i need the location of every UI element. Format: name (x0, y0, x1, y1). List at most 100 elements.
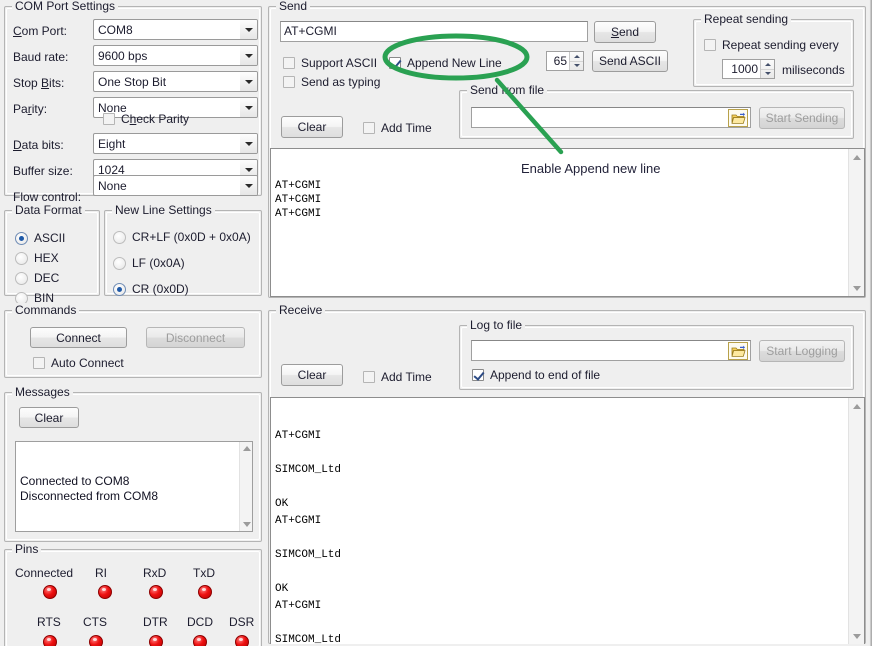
data-bits-select[interactable]: Eight (93, 133, 258, 154)
send-clear-button[interactable]: Clear (281, 116, 343, 138)
radio-newline-lf[interactable]: LF (0x0A) (113, 256, 185, 270)
start-logging-button[interactable]: Start Logging (759, 340, 845, 362)
append-to-end-checkbox[interactable]: Append to end of file (472, 368, 600, 382)
chevron-down-icon[interactable] (240, 98, 257, 117)
repeat-sending-caption: Repeat sending (701, 12, 791, 26)
checkbox-box[interactable] (472, 369, 484, 381)
start-sending-button[interactable]: Start Sending (759, 107, 845, 129)
scroll-down-icon[interactable] (849, 628, 865, 644)
ascii-code-spinner[interactable]: 65 (546, 51, 584, 71)
auto-connect-checkbox[interactable]: Auto Connect (33, 356, 124, 370)
send-from-file-caption: Send from file (467, 83, 547, 97)
scroll-up-icon[interactable] (849, 149, 865, 165)
spinner-up-icon[interactable] (761, 60, 774, 69)
send-file-path-input[interactable] (471, 107, 751, 128)
radio-dot[interactable] (15, 252, 28, 265)
repeat-interval-spinner[interactable]: 1000 (722, 59, 775, 79)
chevron-down-icon[interactable] (240, 20, 257, 39)
new-line-settings-caption: New Line Settings (112, 203, 215, 217)
receive-log-console[interactable]: AT+CGMI SIMCOM_Ltd OK AT+CGMI SIMCOM_Ltd… (270, 397, 865, 644)
pin-label-cts: CTS (83, 615, 107, 629)
checkbox-box[interactable] (33, 357, 45, 369)
radio-newline-cr[interactable]: CR (0x0D) (113, 282, 189, 296)
connect-button[interactable]: Connect (30, 327, 127, 348)
radio-label: CR+LF (0x0D + 0x0A) (132, 230, 251, 244)
send-add-time-checkbox[interactable]: Add Time (363, 121, 432, 135)
radio-data-format-ascii[interactable]: ASCII (15, 231, 65, 245)
data-bits-value: Eight (98, 137, 240, 151)
open-folder-icon[interactable] (728, 109, 748, 127)
scroll-down-icon[interactable] (849, 280, 865, 296)
checkbox-box[interactable] (704, 39, 716, 51)
append-new-line-label: Append New Line (407, 56, 502, 70)
radio-newline-crlf[interactable]: CR+LF (0x0D + 0x0A) (113, 230, 251, 244)
radio-label: DEC (34, 271, 59, 285)
pin-label-dsr: DSR (229, 615, 254, 629)
baud-rate-select[interactable]: 9600 bps (93, 45, 258, 66)
radio-dot[interactable] (113, 283, 126, 296)
check-parity-checkbox[interactable]: Check Parity (103, 112, 189, 126)
spinner-up-icon[interactable] (570, 52, 583, 61)
annotation-text: Enable Append new line (521, 161, 661, 176)
disconnect-button[interactable]: Disconnect (146, 327, 245, 348)
send-command-input[interactable]: AT+CGMI (280, 21, 588, 42)
flow-control-value: None (98, 179, 240, 193)
checkbox-box[interactable] (103, 113, 115, 125)
log-file-path-input[interactable] (471, 340, 751, 361)
chevron-down-icon[interactable] (240, 46, 257, 65)
ascii-code-value[interactable]: 65 (547, 52, 569, 70)
chevron-down-icon[interactable] (240, 176, 257, 195)
stop-bits-value: One Stop Bit (98, 75, 240, 89)
append-new-line-checkbox[interactable]: Append New Line (389, 56, 502, 70)
flow-control-select[interactable]: None (93, 175, 258, 196)
support-ascii-checkbox[interactable]: Support ASCII (283, 56, 377, 70)
label-com-port: Com Port: (13, 24, 67, 38)
radio-data-format-hex[interactable]: HEX (15, 251, 59, 265)
pin-label-txd: TxD (193, 566, 215, 580)
radio-dot[interactable] (15, 232, 28, 245)
scroll-up-icon[interactable] (240, 442, 253, 455)
messages-clear-button[interactable]: Clear (19, 407, 79, 428)
repeat-sending-checkbox[interactable]: Repeat sending every (704, 38, 839, 52)
receive-clear-button[interactable]: Clear (281, 364, 343, 386)
pin-led-connected (43, 585, 57, 599)
checkbox-box[interactable] (363, 122, 375, 134)
receive-caption: Receive (276, 303, 325, 317)
scroll-up-icon[interactable] (849, 398, 865, 414)
log-to-file-group: Log to file Start Logging Append to end … (459, 325, 854, 390)
checkbox-box[interactable] (389, 57, 401, 69)
radio-data-format-dec[interactable]: DEC (15, 271, 59, 285)
radio-label: HEX (34, 251, 59, 265)
radio-dot[interactable] (15, 272, 28, 285)
spinner-buttons[interactable] (569, 52, 583, 70)
chevron-down-icon[interactable] (240, 134, 257, 153)
open-folder-icon[interactable] (728, 342, 748, 360)
chevron-down-icon[interactable] (240, 72, 257, 91)
scroll-down-icon[interactable] (240, 518, 253, 531)
send-log-scrollbar[interactable] (848, 149, 864, 296)
send-as-typing-checkbox[interactable]: Send as typing (283, 75, 380, 89)
messages-scrollbar[interactable] (239, 442, 252, 531)
spinner-down-icon[interactable] (570, 61, 583, 71)
send-ascii-button[interactable]: Send ASCII (592, 50, 668, 72)
checkbox-box[interactable] (363, 371, 375, 383)
label-parity: Parity: (13, 102, 47, 116)
receive-add-time-checkbox[interactable]: Add Time (363, 370, 432, 384)
radio-dot[interactable] (113, 257, 126, 270)
spinner-down-icon[interactable] (761, 69, 774, 79)
receive-log-scrollbar[interactable] (848, 398, 864, 644)
com-port-select[interactable]: COM8 (93, 19, 258, 40)
spinner-buttons[interactable] (760, 60, 774, 78)
log-to-file-caption: Log to file (467, 318, 525, 332)
radio-dot[interactable] (113, 231, 126, 244)
messages-listbox[interactable]: Connected to COM8 Disconnected from COM8 (15, 441, 253, 532)
radio-label: ASCII (34, 231, 65, 245)
stop-bits-select[interactable]: One Stop Bit (93, 71, 258, 92)
open-folder-glyph (731, 345, 746, 358)
label-baud-rate: Baud rate: (13, 50, 68, 64)
repeat-interval-value[interactable]: 1000 (723, 60, 760, 78)
pin-led-rxd (149, 585, 163, 599)
checkbox-box[interactable] (283, 76, 295, 88)
checkbox-box[interactable] (283, 57, 295, 69)
send-button[interactable]: Send (594, 21, 656, 43)
